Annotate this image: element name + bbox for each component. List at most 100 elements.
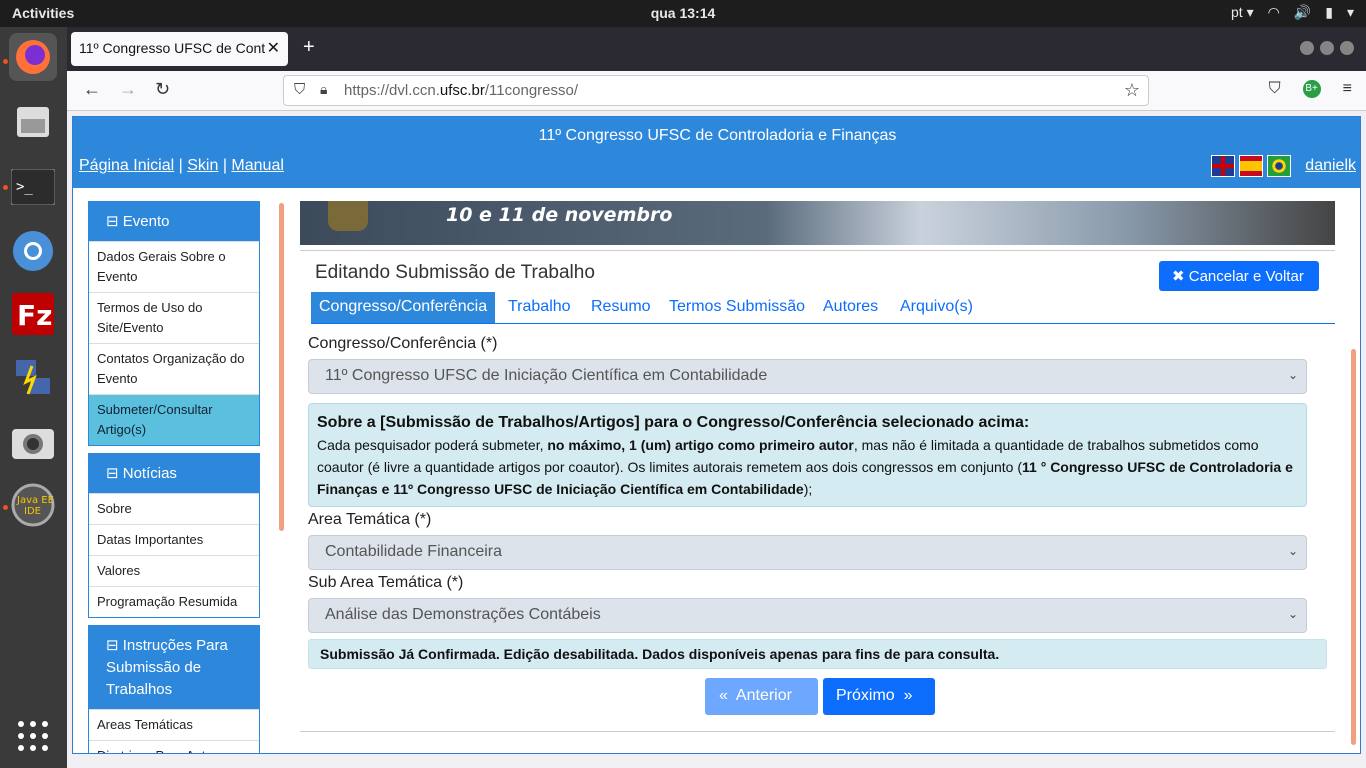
menu-icon[interactable]: ≡ <box>1343 80 1352 98</box>
close-window-icon[interactable] <box>1340 41 1354 55</box>
tab-bar: 11º Congresso UFSC de Cont ✕ + <box>67 27 1366 71</box>
firefox-icon[interactable] <box>9 33 57 81</box>
cancel-button[interactable]: ✖ Cancelar e Voltar <box>1159 261 1319 291</box>
reload-icon[interactable]: ↻ <box>155 79 170 100</box>
forward-icon[interactable]: → <box>119 79 137 100</box>
url-bar[interactable]: ⛉ 🔒︎ https://dvl.ccn.ufsc.br/11congresso… <box>283 75 1149 106</box>
divider <box>300 250 1335 251</box>
dock: >_ Fz Java EE IDE <box>0 27 67 768</box>
minimize-icon[interactable] <box>1300 41 1314 55</box>
sidebar-item[interactable]: Dados Gerais Sobre o Evento <box>89 241 259 292</box>
skin-link[interactable]: Skin <box>187 157 218 174</box>
area-select[interactable]: Contabilidade Financeira ⌄ <box>308 535 1307 570</box>
tab-termos[interactable]: Termos Submissão <box>661 292 813 323</box>
svg-text:IDE: IDE <box>24 506 41 517</box>
panel-title: Evento <box>122 213 170 230</box>
java-ee-ide-icon[interactable]: Java EE IDE <box>9 481 57 529</box>
previous-button[interactable]: « Anterior <box>705 678 818 715</box>
double-left-icon: « <box>719 687 728 704</box>
tab-resumo[interactable]: Resumo <box>583 292 659 323</box>
double-right-icon: » <box>903 687 913 704</box>
chromium-icon[interactable] <box>9 227 57 275</box>
collapse-icon[interactable]: ⊟ <box>106 637 119 654</box>
clock[interactable]: qua 13:14 <box>0 5 1366 21</box>
info-box: Sobre a [Submissão de Trabalhos/Artigos]… <box>308 403 1307 507</box>
close-tab-icon[interactable]: ✕ <box>267 38 280 58</box>
system-top-bar: Activities qua 13:14 pt ▾ ◠ 🔊 ▮ ▾ <box>0 0 1366 27</box>
maximize-icon[interactable] <box>1320 41 1334 55</box>
sidebar-item[interactable]: Diretrizes Para Autores <box>89 740 259 753</box>
battery-icon[interactable]: ▮ <box>1325 4 1333 21</box>
navigation-bar: ← → ↻ ⛉ 🔒︎ https://dvl.ccn.ufsc.br/11con… <box>67 71 1366 111</box>
tab-trabalho[interactable]: Trabalho <box>500 292 579 323</box>
brazil-flag-icon[interactable] <box>1267 155 1292 177</box>
panel-header[interactable]: ⊟ Notícias <box>89 454 259 493</box>
lock-icon[interactable]: 🔒︎ <box>320 81 327 98</box>
event-banner: 10 e 11 de novembro <box>300 201 1335 245</box>
ufsc-logo <box>328 201 368 231</box>
volume-icon[interactable]: 🔊 <box>1294 4 1311 21</box>
close-icon: ✖ <box>1172 268 1185 285</box>
camera-icon[interactable] <box>9 417 57 465</box>
panel-header[interactable]: ⊟ Evento <box>89 202 259 241</box>
url-prefix: https://dvl.ccn. <box>344 82 440 99</box>
terminal-icon[interactable]: >_ <box>9 163 57 211</box>
congress-select[interactable]: 11º Congresso UFSC de Iniciação Científi… <box>308 359 1307 394</box>
sidebar-panel-evento: ⊟ Evento Dados Gerais Sobre o Evento Ter… <box>88 201 260 446</box>
svg-text:Java EE: Java EE <box>16 495 54 506</box>
new-tab-icon[interactable]: + <box>303 36 315 59</box>
browser-tab[interactable]: 11º Congresso UFSC de Cont ✕ <box>71 32 288 66</box>
sidebar: ⊟ Evento Dados Gerais Sobre o Evento Ter… <box>88 201 260 753</box>
show-apps-icon[interactable] <box>9 712 57 760</box>
congress-label: Congresso/Conferência (*) <box>308 335 498 352</box>
page-scrollbar[interactable] <box>1351 349 1356 745</box>
sidebar-item[interactable]: Valores <box>89 555 259 586</box>
collapse-icon[interactable]: ⊟ <box>106 213 119 230</box>
network-icon[interactable] <box>9 353 57 401</box>
cancel-label: Cancelar e Voltar <box>1188 268 1304 285</box>
collapse-icon[interactable]: ⊟ <box>106 465 119 482</box>
running-indicator <box>3 505 8 510</box>
extension-icon[interactable]: B+ <box>1302 80 1321 98</box>
wifi-icon[interactable]: ◠ <box>1268 4 1280 21</box>
tab-autores[interactable]: Autores <box>815 292 886 323</box>
back-icon[interactable]: ← <box>83 79 101 100</box>
sidebar-item[interactable]: Termos de Uso do Site/Evento <box>89 292 259 343</box>
sidebar-item[interactable]: Contatos Organização do Evento <box>89 343 259 394</box>
status-note-text: Submissão Já Confirmada. Edição desabili… <box>320 646 1000 662</box>
system-menu-icon[interactable]: ▾ <box>1347 4 1354 21</box>
sidebar-item[interactable]: Areas Temáticas <box>89 709 259 740</box>
panel-header[interactable]: ⊟ Instruções Para Submissão de Trabalhos <box>89 626 259 709</box>
sidebar-item[interactable]: Datas Importantes <box>89 524 259 555</box>
pocket-icon[interactable]: ⛉ <box>1269 80 1281 98</box>
tab-congresso[interactable]: Congresso/Conferência <box>311 292 496 323</box>
user-link[interactable]: danielk <box>1305 157 1356 175</box>
shield-icon[interactable]: ⛉ <box>294 81 305 98</box>
sidebar-item[interactable]: Programação Resumida <box>89 586 259 617</box>
chevron-down-icon: ⌄ <box>1287 544 1298 558</box>
area-value: Contabilidade Financeira <box>325 543 502 560</box>
uk-flag-icon[interactable] <box>1211 155 1236 177</box>
sidebar-item[interactable]: Sobre <box>89 493 259 524</box>
url-path: /11congresso/ <box>484 82 579 99</box>
subarea-select[interactable]: Análise das Demonstrações Contábeis ⌄ <box>308 598 1307 633</box>
files-icon[interactable] <box>9 97 57 145</box>
chevron-down-icon: ⌄ <box>1287 368 1298 382</box>
bookmark-star-icon[interactable]: ☆ <box>1124 80 1140 101</box>
form-tabs: Congresso/Conferência Trabalho Resumo Te… <box>311 292 1335 324</box>
site-title: 11º Congresso UFSC de Controladoria e Fi… <box>538 127 897 144</box>
filezilla-icon[interactable]: Fz <box>9 290 57 338</box>
chevron-down-icon: ⌄ <box>1287 607 1298 621</box>
next-button[interactable]: Próximo » <box>823 678 935 715</box>
sidebar-panel-instrucoes: ⊟ Instruções Para Submissão de Trabalhos… <box>88 625 260 753</box>
url-domain: ufsc.br <box>439 82 485 99</box>
sidebar-item-active[interactable]: Submeter/Consultar Artigo(s) <box>89 394 259 445</box>
sidebar-scrollbar[interactable] <box>279 203 284 531</box>
home-link[interactable]: Página Inicial <box>79 157 174 174</box>
spain-flag-icon[interactable] <box>1239 155 1264 177</box>
previous-label: Anterior <box>735 687 792 704</box>
language-indicator[interactable]: pt ▾ <box>1231 4 1254 21</box>
manual-link[interactable]: Manual <box>231 157 283 174</box>
tab-arquivos[interactable]: Arquivo(s) <box>892 292 981 323</box>
congress-value: 11º Congresso UFSC de Iniciação Científi… <box>325 367 768 384</box>
